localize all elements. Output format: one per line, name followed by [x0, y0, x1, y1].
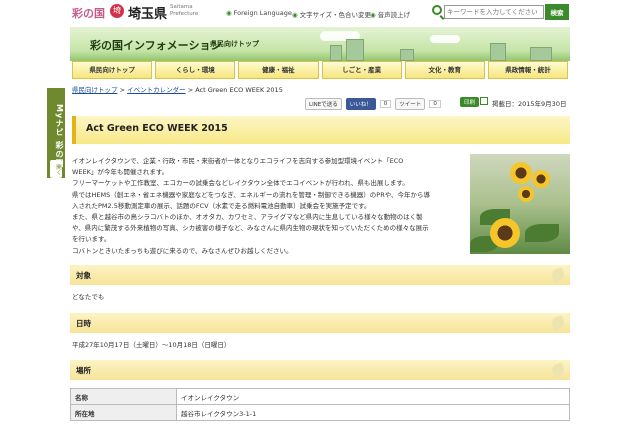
print-button[interactable]: 印刷 [460, 97, 480, 107]
building-decoration [400, 49, 414, 61]
page-title-block: Act Green ECO WEEK 2015 [72, 116, 570, 144]
logo-en-line-1: Saitama [170, 4, 193, 10]
my-navi-open-button[interactable]: 開く [50, 160, 62, 178]
section-date-header: 日時 [70, 313, 570, 333]
sunflower-shape [510, 162, 532, 184]
table-row: 所在地 越谷市レイクタウン3-1-1 [70, 404, 570, 421]
body-line: イオンレイクタウンで、企業・行政・市民・来街者が一体となりエコライフを志向する参… [72, 157, 404, 165]
breadcrumb-separator: > [119, 86, 126, 94]
share-bar: LINEで送る いいね！ 0 ツイート 0 [305, 98, 441, 110]
search-input[interactable] [444, 5, 544, 19]
building-decoration [490, 43, 506, 61]
section-place-header: 場所 [70, 360, 570, 380]
sunflower-shape [532, 170, 550, 188]
foreign-language-link[interactable]: ◉ Foreign Language [226, 9, 292, 17]
text-size-label: 文字サイズ・色合い変更 [299, 11, 371, 19]
nav-item-politics[interactable]: 県政情報・統計 [487, 61, 569, 79]
breadcrumb-separator: > [187, 86, 194, 94]
foreign-language-label: Foreign Language [233, 9, 292, 17]
nav-item-work[interactable]: しごと・産業 [321, 61, 402, 79]
section-date-label: 日時 [76, 319, 91, 328]
cloud-decoration [430, 35, 460, 43]
section-place-label: 場所 [76, 366, 91, 375]
table-header-cell: 名称 [70, 388, 177, 405]
building-decoration [346, 39, 364, 61]
logo-en-line-2: Prefecture [170, 11, 199, 17]
breadcrumb-event-calendar[interactable]: イベントカレンダー [127, 86, 186, 94]
nav-item-living[interactable]: くらし・環境 [155, 61, 236, 79]
text-size-link[interactable]: ◉ 文字サイズ・色合い変更 [292, 9, 371, 19]
body-line: や、県内に繁茂する外来植物の写真、シカ被害の様子など、みなさんに県内生物の現状を… [72, 224, 429, 233]
facebook-like-button[interactable]: いいね！ [345, 98, 376, 110]
leaf-icon [550, 315, 566, 331]
read-aloud-label: 音声読上げ [377, 11, 411, 19]
body-line: コバトンときいたまっちも遊びに来るので、みなさんぜひお越しください。 [72, 246, 293, 255]
body-line: 入されたPM2.5移動測定車の展示、話題のFCV（水素で走る燃料電池自動車）試乗… [72, 201, 371, 210]
prefecture-seal-icon: 埼 [110, 4, 124, 18]
leaf-icon [550, 267, 566, 283]
nav-item-culture[interactable]: 文化・教育 [404, 61, 485, 79]
table-row: 名称 イオンレイクタウン [70, 388, 570, 405]
body-line: WEEK」が今年も開催されます。 [72, 168, 169, 177]
breadcrumb-home[interactable]: 県民向けトップ [72, 86, 118, 94]
logo-english: Saitama Prefecture [170, 4, 198, 18]
building-decoration [530, 47, 552, 61]
body-line: フリーマーケットや工作教室、エコカーの試乗会などレイクタウン全体でエコイベントが… [72, 179, 409, 188]
logo-saino-kuni[interactable]: 彩の国 [72, 5, 105, 21]
tweet-count: 0 [429, 100, 441, 108]
table-cell: 越谷市レイクタウン3-1-1 [176, 404, 570, 421]
nav-item-health[interactable]: 健康・福祉 [238, 61, 319, 79]
global-nav: 県民向けトップ くらし・環境 健康・福祉 しごと・産業 文化・教育 県政情報・統… [72, 61, 569, 79]
section-target-label: 対象 [76, 271, 91, 280]
post-date: 掲載日：2015年9月30日 [492, 100, 567, 108]
section-target-header: 対象 [70, 265, 570, 285]
leaf-icon [550, 362, 566, 378]
table-cell: イオンレイクタウン [176, 388, 570, 405]
section-target-value: どなたでも [72, 293, 105, 301]
body-line: 県ではHEMS（創エネ・省エネ機器や家庭などをつなぎ、エネルギーの流れを管理・制… [72, 190, 431, 199]
printer-icon[interactable] [480, 97, 488, 105]
breadcrumb-current: Act Green ECO WEEK 2015 [195, 86, 283, 94]
facebook-like-count: 0 [379, 100, 392, 108]
line-share-button[interactable]: LINEで送る [305, 98, 342, 110]
section-date-value: 平成27年10月17日（土曜日）～10月18日（日曜日） [72, 341, 231, 349]
page-title: Act Green ECO WEEK 2015 [86, 123, 228, 134]
sunflower-shape [490, 218, 520, 248]
banner: 彩の国インフォメーション 県民向けトップ [70, 27, 570, 61]
search-icon [432, 5, 442, 15]
globe-icon: ◉ [226, 9, 232, 17]
place-table: 名称 イオンレイクタウン 所在地 越谷市レイクタウン3-1-1 [70, 388, 570, 421]
body-line: を行います。 [72, 235, 111, 244]
search-button[interactable]: 検索 [545, 4, 569, 20]
logo-saitama-ken[interactable]: 埼玉県 [128, 3, 167, 22]
read-aloud-link[interactable]: ◉ 音声読上げ [370, 9, 410, 19]
speaker-icon: ◉ [370, 11, 376, 19]
banner-title: 彩の国インフォメーション [90, 39, 222, 52]
banner-subtitle: 県民向けトップ [210, 40, 259, 48]
event-description: イオンレイクタウンで、企業・行政・市民・来街者が一体となりエコライフを志向する参… [72, 156, 462, 257]
body-line: また、県と越谷市の鳥シラコバトのほか、オオタカ、カワセミ、アライグマなど県内に生… [72, 213, 423, 222]
text-size-icon: ◉ [292, 11, 298, 19]
breadcrumb: 県民向けトップ > イベントカレンダー > Act Green ECO WEEK… [72, 84, 283, 94]
table-header-cell: 所在地 [70, 404, 177, 421]
sunflower-shape [518, 186, 534, 202]
building-decoration [330, 45, 342, 61]
sunflower-photo [470, 154, 570, 254]
nav-item-top[interactable]: 県民向けトップ [72, 61, 153, 79]
leaf-shape [525, 224, 559, 242]
tweet-button[interactable]: ツイート [395, 98, 426, 110]
